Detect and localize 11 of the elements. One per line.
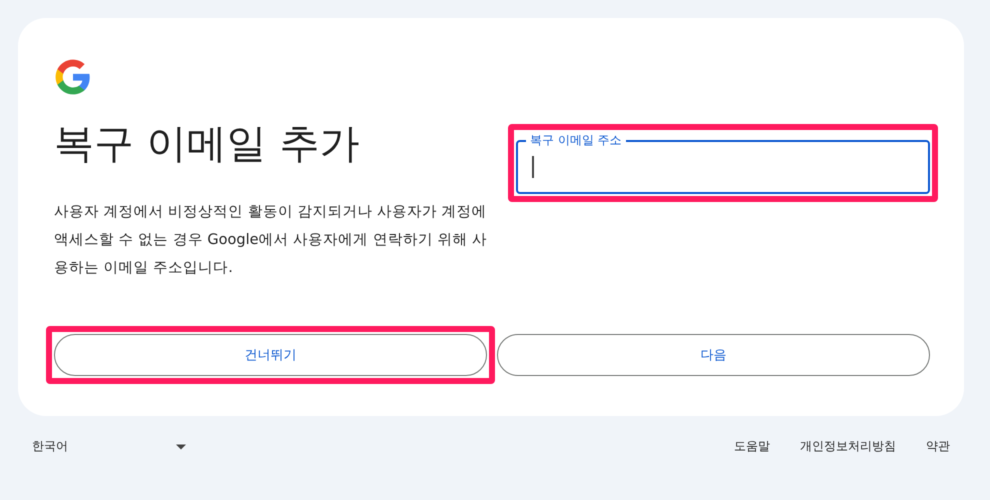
language-select[interactable]: 한국어 <box>32 438 186 455</box>
text-cursor <box>532 156 534 178</box>
description-text: 사용자 계정에서 비정상적인 활동이 감지되거나 사용자가 계정에 액세스할 수 없는 경우 Google에서 사용자에게 연락하기 위해 사용하는 이메일 주소입니다. <box>54 203 488 278</box>
footer-link[interactable]: 도움말 <box>734 438 770 455</box>
page-title: 복구 이메일 추가 <box>54 120 360 169</box>
footer-link[interactable]: 약관 <box>926 438 950 455</box>
footer-link[interactable]: 개인정보처리방침 <box>800 438 896 455</box>
skip-button[interactable]: 건너뛰기 <box>54 334 487 376</box>
caret-icon <box>176 444 186 450</box>
google-logo-icon <box>54 58 92 96</box>
next-button[interactable]: 다음 <box>497 334 930 376</box>
